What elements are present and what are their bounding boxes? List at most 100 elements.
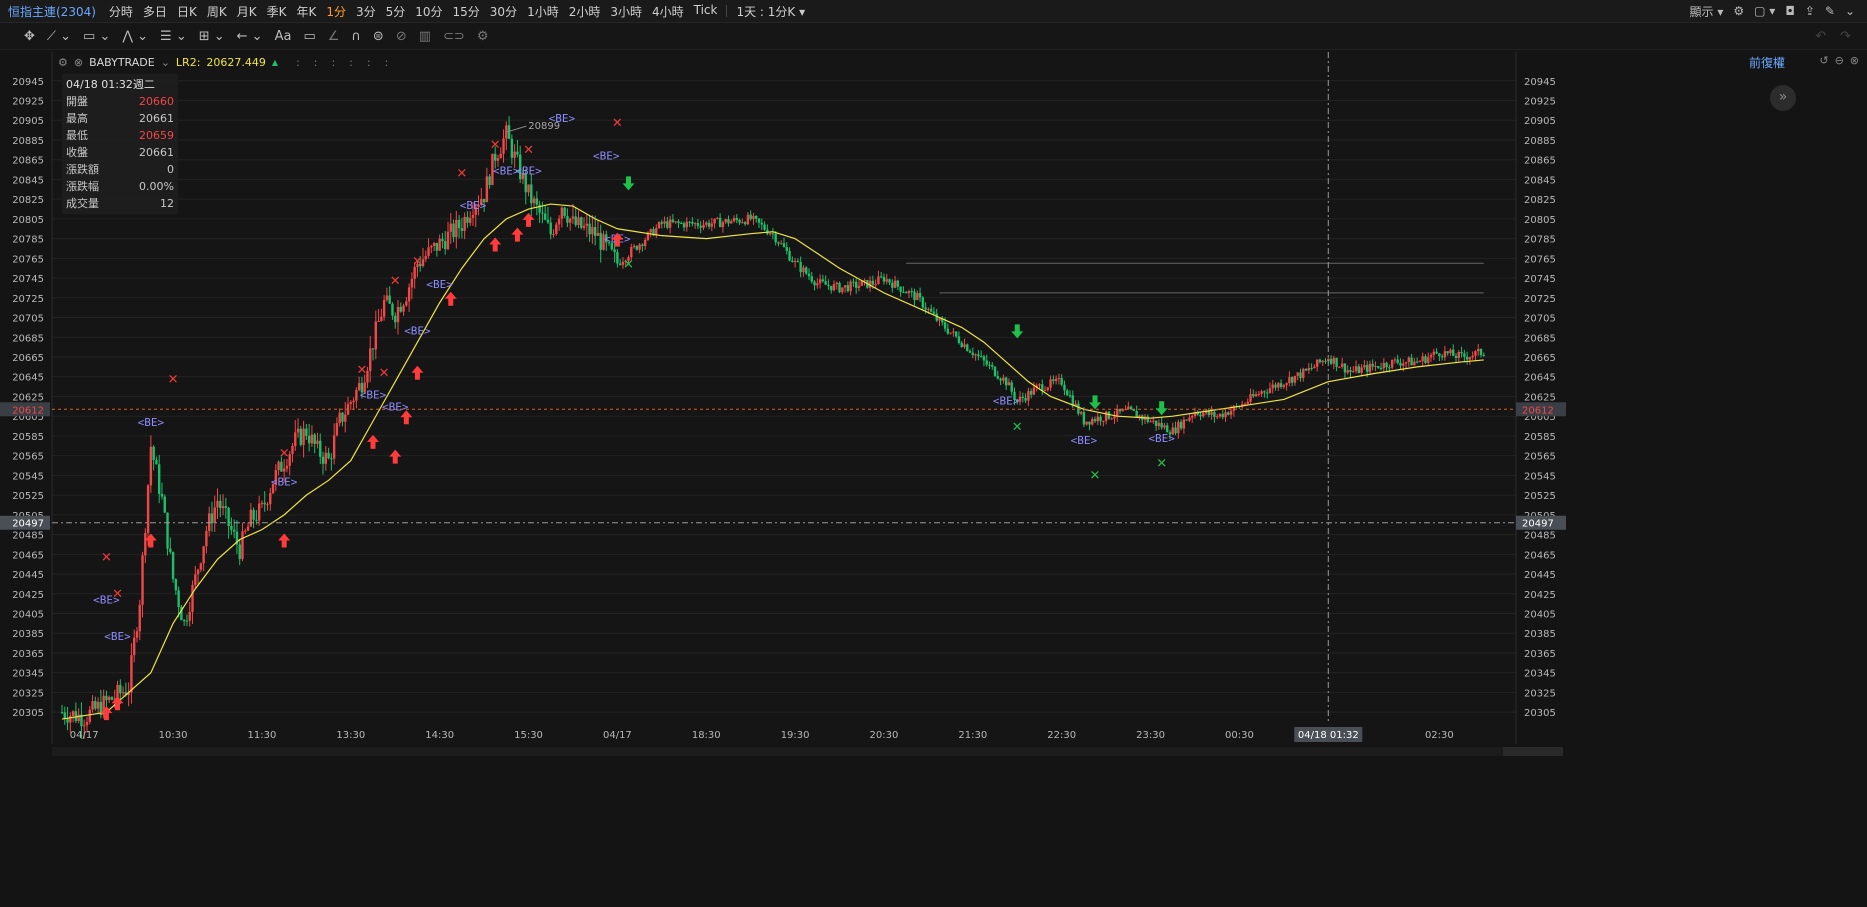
candle-body — [249, 509, 253, 527]
candle-body — [979, 356, 983, 358]
timeframe-0[interactable]: 分時 — [104, 3, 138, 20]
crosshair-price-tag: 20497 — [12, 519, 44, 530]
timeframe-7[interactable]: 1分 — [321, 3, 351, 20]
chevron-down-icon[interactable]: ⌄ — [1845, 4, 1855, 18]
candle-body — [696, 223, 700, 226]
settings-icon[interactable]: ⚙ — [58, 56, 68, 69]
delete-icon[interactable]: ▥ — [413, 29, 437, 44]
plot-area — [52, 52, 1516, 744]
candle-body — [949, 332, 952, 334]
candle-body — [1257, 393, 1261, 395]
timeframe-13[interactable]: 1小時 — [522, 3, 564, 20]
share-icon[interactable]: ⇪ — [1805, 4, 1815, 18]
candle-body — [680, 223, 683, 225]
trendline-icon[interactable]: ⟋ ⌄ — [41, 29, 77, 44]
measure-icon[interactable]: ⊞ ⌄ — [193, 29, 231, 44]
rectangle-icon[interactable]: ▭ ⌄ — [77, 29, 116, 44]
candle-body — [1099, 416, 1102, 422]
candle-body — [546, 219, 550, 223]
restore-icon[interactable]: ↺ — [1819, 54, 1828, 67]
crosshair-icon[interactable]: ✥ — [18, 29, 41, 44]
candle-body — [954, 331, 958, 337]
lock-icon[interactable]: ⊜ — [367, 29, 390, 44]
fibonacci-icon[interactable]: ☰ ⌄ — [154, 29, 193, 44]
candle-body — [188, 611, 191, 621]
gear-icon[interactable]: ⚙ — [1733, 4, 1744, 18]
candle-body — [807, 273, 811, 277]
be-signal-label: <BE> — [138, 416, 165, 429]
y-tick-label-left: 20765 — [12, 254, 44, 265]
timeframe-4[interactable]: 月K — [232, 3, 262, 20]
ruler-icon[interactable]: ∠ — [322, 29, 346, 44]
layout-icon[interactable]: ▢ ▾ — [1754, 4, 1775, 18]
timeframe-15[interactable]: 3小時 — [605, 3, 647, 20]
timeline-scroller-thumb — [1503, 747, 1563, 756]
candle-body — [257, 503, 261, 521]
candle-body — [855, 281, 858, 288]
candle-body — [1288, 377, 1291, 384]
candle-body — [1302, 368, 1305, 379]
indicator-name[interactable]: BABYTRADE — [89, 56, 155, 69]
ohlc-label: 成交量 — [66, 197, 99, 210]
timeframe-5[interactable]: 季K — [262, 3, 292, 20]
timeframe-6[interactable]: 年K — [291, 3, 321, 20]
candle-body — [968, 351, 972, 353]
candle-body — [777, 242, 780, 244]
symbol-selector[interactable]: 恒指主連(2304) — [0, 3, 104, 20]
settings-icon[interactable]: ⚙ — [471, 29, 495, 44]
timeframe-2[interactable]: 日K — [172, 3, 202, 20]
candle-body — [882, 276, 886, 282]
y-tick-label-left: 20825 — [12, 195, 44, 206]
candle-body — [571, 216, 575, 219]
minus-icon[interactable]: ⊖ — [1835, 54, 1844, 67]
camera-icon[interactable]: ◘ — [1785, 4, 1795, 18]
exit-x-icon: ✕ — [101, 550, 112, 565]
timeframe-1[interactable]: 多日 — [138, 3, 172, 20]
timeframe-3[interactable]: 周K — [202, 3, 232, 20]
timeframe-8[interactable]: 3分 — [351, 3, 381, 20]
link-icon[interactable]: ⊂⊃ — [437, 29, 471, 44]
candle-body — [430, 246, 433, 248]
exit-x-icon: ✕ — [1090, 468, 1101, 483]
chevron-down-icon[interactable]: ⌄ — [161, 56, 170, 69]
undo-icon[interactable]: ↶ — [1815, 29, 1826, 44]
close-icon[interactable]: ⊗ — [74, 56, 83, 69]
timeframe-14[interactable]: 2小時 — [564, 3, 606, 20]
timeframe-16[interactable]: 4小時 — [647, 3, 689, 20]
display-menu[interactable]: 顯示 ▾ — [1690, 3, 1724, 20]
price-chart[interactable]: 20305 20305 20325 20325 20345 20345 20365 20365… — [0, 52, 1867, 907]
candle-body — [1046, 387, 1050, 390]
timeframe-10[interactable]: 10分 — [410, 3, 447, 20]
candle-body — [943, 322, 947, 329]
candle-body — [771, 233, 775, 235]
timeframe-11[interactable]: 15分 — [448, 3, 485, 20]
arrow-icon[interactable]: ← ⌄ — [231, 29, 269, 44]
timeframe-12[interactable]: 30分 — [485, 3, 522, 20]
adjust-mode[interactable]: 前復權 — [1749, 54, 1785, 71]
timeframe-9[interactable]: 5分 — [381, 3, 411, 20]
timeframe-17[interactable]: Tick — [689, 3, 723, 20]
period-selector[interactable]: 1天 : 1分K ▾ — [731, 3, 810, 20]
candle-body — [191, 584, 194, 612]
candle-body — [144, 532, 147, 556]
expand-icon[interactable]: » — [1770, 85, 1796, 111]
magnet-icon[interactable]: ∩ — [345, 29, 367, 44]
polyline-icon[interactable]: ⋀ ⌄ — [116, 29, 154, 44]
draw-icon[interactable]: ✎ — [1825, 4, 1835, 18]
y-tick-label-right: 20525 — [1524, 491, 1556, 502]
lr-value: 20627.449 — [206, 55, 266, 69]
redo-icon[interactable]: ↷ — [1840, 29, 1851, 44]
candle-body — [502, 138, 505, 154]
comment-icon[interactable]: ▭ — [297, 29, 321, 44]
candle-body — [335, 423, 339, 436]
candle-body — [499, 153, 502, 159]
candle-body — [846, 285, 850, 292]
candle-body — [877, 276, 880, 285]
ohlc-row: 成交量 12 — [62, 195, 178, 212]
candle-body — [999, 378, 1002, 381]
hide-icon[interactable]: ⊘ — [390, 29, 413, 44]
candle-body — [885, 279, 888, 282]
candle-body — [516, 151, 519, 155]
text-icon[interactable]: Aa — [269, 29, 298, 44]
close-icon[interactable]: ⊗ — [1850, 54, 1859, 67]
